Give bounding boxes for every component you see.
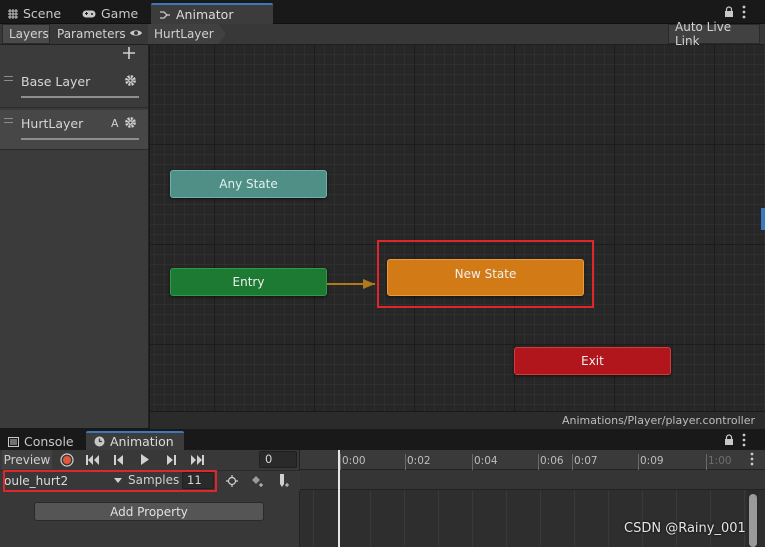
timeline-tick <box>638 454 639 470</box>
record-button[interactable] <box>56 450 78 469</box>
frame-value: 0 <box>265 452 273 466</box>
graph-status-bar: Animations/Player/player.controller <box>150 411 765 429</box>
layer-hurtlayer[interactable]: HurtLayer A <box>0 110 148 150</box>
highlight-box <box>377 240 594 308</box>
state-machine-graph[interactable] <box>150 45 765 411</box>
parameters-tab-label: Parameters <box>57 27 126 41</box>
timeline-tick-label: 0:00 <box>342 455 366 467</box>
auto-live-link-button[interactable]: Auto Live Link <box>668 20 760 48</box>
previous-keyframe-button[interactable] <box>108 450 130 469</box>
breadcrumb[interactable]: HurtLayer <box>148 24 226 44</box>
scrollbar-thumb[interactable] <box>749 494 757 547</box>
auto-live-link-label: Auto Live Link <box>675 20 732 48</box>
timeline-tick-label: 0:06 <box>540 455 564 467</box>
timeline-scrollbar[interactable] <box>747 490 759 547</box>
more-menu-icon[interactable] <box>750 452 754 466</box>
gear-icon[interactable] <box>124 116 137 129</box>
console-icon <box>8 436 19 447</box>
tab-animator[interactable]: Animator <box>151 3 273 24</box>
play-icon <box>140 454 150 465</box>
layers-tab[interactable]: Layers <box>2 24 50 44</box>
animator-icon <box>159 10 171 20</box>
timeline-tick <box>340 454 341 470</box>
node-label: Any State <box>219 177 278 191</box>
controller-path: Animations/Player/player.controller <box>562 414 755 427</box>
timeline-tick <box>572 454 573 470</box>
tab-label: Console <box>24 434 74 449</box>
layer-weight-slider[interactable] <box>21 138 139 140</box>
timeline-tick-label: 0:07 <box>574 455 598 467</box>
exit-node[interactable]: Exit <box>514 347 671 375</box>
layer-base-layer[interactable]: Base Layer <box>0 68 148 108</box>
parameters-tab[interactable]: Parameters <box>51 24 132 44</box>
layer-weight-slider[interactable] <box>21 96 139 98</box>
lock-icon[interactable] <box>724 6 734 18</box>
first-keyframe-button[interactable] <box>82 450 104 469</box>
add-keyframe-button[interactable] <box>221 471 243 490</box>
layer-name: HurtLayer <box>21 116 84 131</box>
eye-icon[interactable] <box>129 28 143 38</box>
node-label: Entry <box>232 275 265 289</box>
tab-label: Game <box>101 6 139 21</box>
highlight-box <box>3 470 217 492</box>
more-menu-icon[interactable] <box>742 5 746 19</box>
add-event-button[interactable] <box>273 471 295 490</box>
timeline-tick <box>538 454 539 470</box>
drag-handle-icon[interactable] <box>4 118 13 123</box>
any-state-node[interactable]: Any State <box>170 170 327 198</box>
tab-label: Animation <box>110 434 174 449</box>
preview-label: Preview <box>3 452 51 467</box>
more-menu-icon[interactable] <box>742 433 746 447</box>
lock-icon[interactable] <box>724 434 734 446</box>
breadcrumb-label: HurtLayer <box>154 27 214 41</box>
add-layer-icon[interactable] <box>122 46 136 60</box>
entry-node[interactable]: Entry <box>170 268 327 296</box>
play-button[interactable] <box>134 450 156 469</box>
add-property-button[interactable]: Add Property <box>34 502 264 521</box>
drag-handle-icon[interactable] <box>4 76 13 81</box>
diamond-plus-icon <box>251 475 265 487</box>
add-property-label: Add Property <box>110 504 188 519</box>
timeline-tick-label: 0:09 <box>640 455 664 467</box>
timeline-events-row[interactable] <box>300 470 765 490</box>
watermark: CSDN @Rainy_001 <box>624 521 746 536</box>
node-label: Exit <box>581 354 604 368</box>
last-keyframe-button[interactable] <box>186 450 208 469</box>
skip-to-end-icon <box>190 454 204 465</box>
next-keyframe-button[interactable] <box>160 450 182 469</box>
keyframe-icon <box>226 474 238 487</box>
timeline-tick <box>472 454 473 470</box>
layers-tab-label: Layers <box>9 27 49 41</box>
tab-scene[interactable]: Scene <box>0 3 69 24</box>
event-plus-icon <box>278 473 290 488</box>
add-keyframe-diamond-button[interactable] <box>247 471 269 490</box>
step-forward-icon <box>166 454 176 465</box>
tab-game[interactable]: Game <box>74 3 146 24</box>
grid-icon <box>8 8 18 19</box>
step-back-icon <box>114 454 124 465</box>
record-icon <box>60 452 74 467</box>
clock-icon <box>94 436 105 447</box>
frame-input[interactable]: 0 <box>259 451 297 468</box>
timeline-tick-label: 1:00 <box>708 455 732 467</box>
timeline-tick-label: 0:02 <box>407 455 431 467</box>
additive-badge: A <box>111 117 119 130</box>
tab-label: Animator <box>176 7 234 22</box>
gear-icon[interactable] <box>124 74 137 87</box>
timeline-tick-label: 0:04 <box>474 455 498 467</box>
tab-console[interactable]: Console <box>0 431 82 452</box>
gamepad-icon <box>82 9 96 19</box>
tab-label: Scene <box>23 6 62 21</box>
timeline-tick <box>405 454 406 470</box>
timeline-tick <box>706 454 707 470</box>
preview-button[interactable]: Preview <box>2 450 52 469</box>
scrollbar-indicator <box>761 208 765 230</box>
layer-name: Base Layer <box>21 74 91 89</box>
skip-to-start-icon <box>86 454 100 465</box>
playhead[interactable] <box>338 450 340 547</box>
tab-animation[interactable]: Animation <box>86 431 184 450</box>
timeline-ruler[interactable] <box>300 450 765 470</box>
